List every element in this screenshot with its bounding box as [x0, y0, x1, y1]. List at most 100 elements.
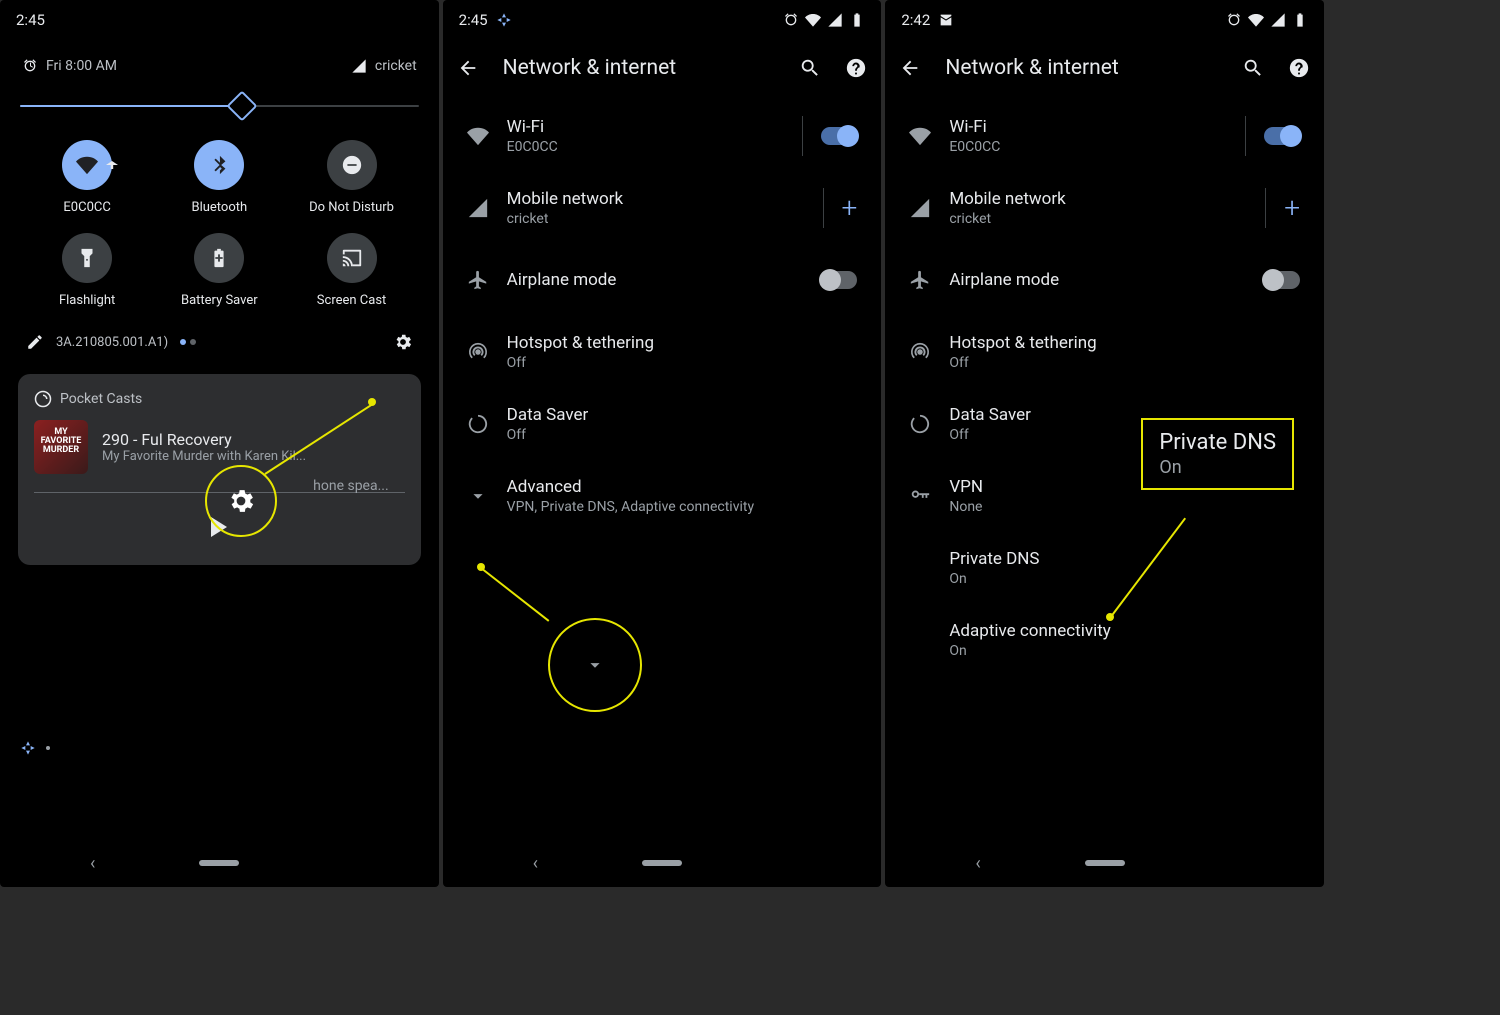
row-airplane[interactable]: Airplane mode [443, 244, 882, 316]
row-wifi[interactable]: Wi-FiE0C0CC [443, 100, 882, 172]
back-arrow-icon[interactable] [457, 57, 479, 79]
nav-pill[interactable] [642, 860, 682, 866]
help-icon[interactable] [845, 57, 867, 79]
wifi-icon [909, 125, 931, 147]
status-time: 2:45 [459, 11, 488, 29]
battery-icon [1292, 12, 1308, 28]
status-bar: 2:45 [0, 0, 439, 40]
wifi-switch[interactable] [821, 127, 857, 145]
alarm-icon [1226, 12, 1242, 28]
settings-gear-icon[interactable] [393, 332, 413, 352]
status-bar: 2:42 [885, 0, 1324, 40]
battery-saver-icon [208, 247, 230, 269]
page-dots [180, 339, 196, 345]
signal-icon [467, 197, 489, 219]
play-button[interactable] [211, 517, 227, 537]
qs-tile-bluetooth[interactable]: Bluetooth [158, 140, 280, 215]
add-network-button[interactable]: + [842, 194, 858, 222]
qs-tile-cast[interactable]: Screen Cast [290, 233, 412, 308]
qs-tile-battery-saver[interactable]: Battery Saver [158, 233, 280, 308]
dnd-icon [341, 154, 363, 176]
media-app-label: Pocket Casts [60, 391, 142, 407]
datasaver-icon [467, 413, 489, 435]
airplane-icon [467, 269, 489, 291]
qs-header: Fri 8:00 AM cricket [18, 48, 421, 92]
nav-pill[interactable] [1085, 860, 1125, 866]
row-adaptive[interactable]: Adaptive connectivityOn [885, 604, 1324, 676]
nav-back-icon[interactable]: ‹ [975, 853, 980, 874]
search-icon[interactable] [1242, 57, 1264, 79]
nav-bar: ‹ [885, 839, 1324, 887]
pinwheel-icon [20, 740, 36, 756]
status-time: 2:45 [16, 11, 45, 29]
signal-icon [351, 58, 367, 74]
row-datasaver[interactable]: Data SaverOff [443, 388, 882, 460]
brightness-thumb[interactable] [227, 90, 258, 121]
app-bar: Network & internet [885, 40, 1324, 96]
hotspot-icon [909, 341, 931, 363]
alarm-icon [783, 12, 799, 28]
row-private-dns[interactable]: Private DNSOn [885, 532, 1324, 604]
media-output: hone spea... [313, 478, 389, 494]
status-bar: 2:45 [443, 0, 882, 40]
pinwheel-icon [496, 12, 512, 28]
chevron-down-icon [584, 654, 606, 676]
key-icon [909, 485, 931, 507]
battery-icon [849, 12, 865, 28]
phone-settings-expanded: 2:42 Network & internet Wi-FiE0C0CC Mobi… [885, 0, 1324, 887]
row-advanced[interactable]: AdvancedVPN, Private DNS, Adaptive conne… [443, 460, 882, 532]
back-arrow-icon[interactable] [899, 57, 921, 79]
flashlight-icon [76, 247, 98, 269]
app-bar: Network & internet [443, 40, 882, 96]
wifi-icon [467, 125, 489, 147]
status-time: 2:42 [901, 11, 930, 29]
album-art: MYFAVORITEMURDER [34, 420, 88, 474]
phone-settings-collapsed: 2:45 Network & internet Wi-FiE0C0CC Mobi… [443, 0, 882, 887]
media-subtitle: My Favorite Murder with Karen Kil... [102, 449, 405, 464]
media-title: 290 - Ful Recovery [102, 430, 405, 449]
datasaver-icon [909, 413, 931, 435]
nav-back-icon[interactable]: ‹ [533, 853, 538, 874]
page-title: Network & internet [503, 56, 776, 80]
row-mobile[interactable]: Mobile networkcricket + [885, 172, 1324, 244]
wifi-switch[interactable] [1264, 127, 1300, 145]
airplane-switch[interactable] [821, 271, 857, 289]
build-number: 3A.210805.001.A1) [56, 335, 168, 350]
add-network-button[interactable]: + [1284, 194, 1300, 222]
signal-icon [1270, 12, 1286, 28]
wifi-icon [1248, 12, 1264, 28]
nav-pill[interactable] [199, 860, 239, 866]
nav-back-icon[interactable]: ‹ [90, 853, 95, 874]
row-hotspot[interactable]: Hotspot & tetheringOff [885, 316, 1324, 388]
annotation-circle-2 [548, 618, 642, 712]
bluetooth-icon [208, 154, 230, 176]
annotation-callout: Private DNS On [1141, 418, 1294, 490]
page-title: Network & internet [945, 56, 1218, 80]
airplane-switch[interactable] [1264, 271, 1300, 289]
alarm-time: Fri 8:00 AM [46, 58, 117, 74]
signal-icon [909, 197, 931, 219]
search-icon[interactable] [799, 57, 821, 79]
nav-bar: ‹ [0, 839, 439, 887]
hotspot-icon [467, 341, 489, 363]
signal-icon [827, 12, 843, 28]
brightness-slider[interactable] [20, 92, 419, 120]
media-card[interactable]: Pocket Casts hone spea... MYFAVORITEMURD… [18, 374, 421, 565]
nav-bar: ‹ [443, 839, 882, 887]
pocketcasts-icon [34, 390, 52, 408]
cast-icon [341, 247, 363, 269]
help-icon[interactable] [1288, 57, 1310, 79]
row-hotspot[interactable]: Hotspot & tetheringOff [443, 316, 882, 388]
qs-tile-wifi[interactable]: E0C0CC [26, 140, 148, 215]
row-mobile[interactable]: Mobile networkcricket + [443, 172, 882, 244]
row-wifi[interactable]: Wi-FiE0C0CC [885, 100, 1324, 172]
alarm-icon [22, 58, 38, 74]
wifi-icon [76, 154, 98, 176]
qs-tile-dnd[interactable]: Do Not Disturb [290, 140, 412, 215]
qs-tile-flashlight[interactable]: Flashlight [26, 233, 148, 308]
chevron-down-icon [467, 485, 489, 507]
wifi-icon [805, 12, 821, 28]
row-airplane[interactable]: Airplane mode [885, 244, 1324, 316]
edit-icon[interactable] [26, 333, 44, 351]
airplane-icon [909, 269, 931, 291]
